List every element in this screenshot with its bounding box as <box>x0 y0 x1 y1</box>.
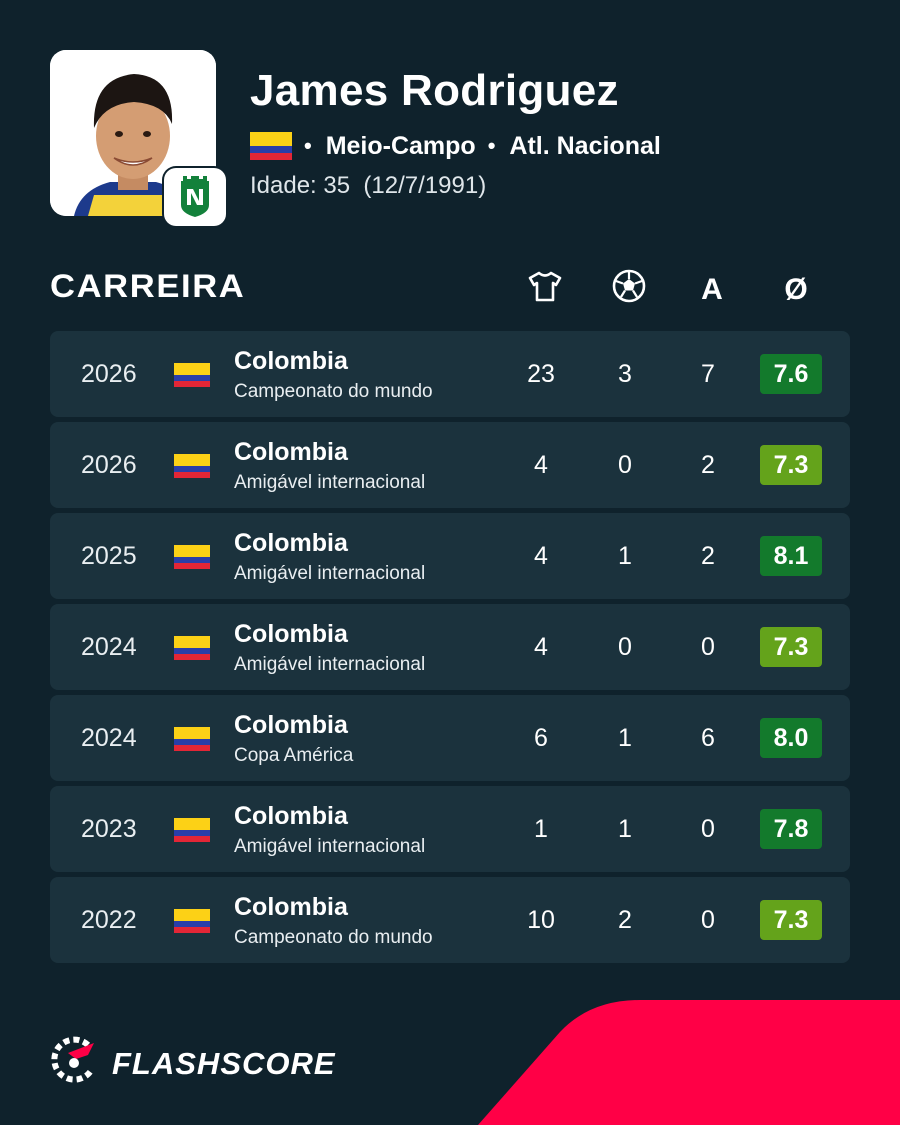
season-year: 2025 <box>81 542 137 570</box>
assists-value: 2 <box>701 451 715 479</box>
colombia-flag-icon <box>174 363 210 387</box>
goals-value: 0 <box>618 633 632 661</box>
rating-badge: 7.3 <box>760 900 822 940</box>
competition-name: Copa América <box>234 745 354 766</box>
appearances-value: 6 <box>534 724 548 752</box>
career-row: 2024 Colombia Amigável internacional 4 0 0 7.3 <box>50 604 850 690</box>
rating-badge: 7.3 <box>760 445 822 485</box>
colombia-flag-icon <box>250 132 292 160</box>
colombia-flag-icon <box>174 636 210 660</box>
player-position: Meio-Campo <box>325 131 476 160</box>
ball-icon <box>611 268 647 312</box>
competition-name: Amigável internacional <box>234 563 426 584</box>
career-row: 2025 Colombia Amigável internacional 4 1 2 8.1 <box>50 513 850 599</box>
career-row: 2022 Colombia Campeonato do mundo 10 2 0 7.3 <box>50 877 850 963</box>
appearances-column-header <box>520 270 570 310</box>
assists-column-header: A <box>701 273 723 306</box>
season-year: 2026 <box>81 360 137 388</box>
season-year: 2022 <box>81 906 137 934</box>
player-name: James Rodriguez <box>250 66 619 115</box>
rating-badge: 8.1 <box>760 536 822 576</box>
separator-dot: • <box>304 133 312 158</box>
rating-badge: 7.6 <box>760 354 822 394</box>
season-year: 2024 <box>81 724 137 752</box>
shirt-icon <box>527 270 563 310</box>
competition-name: Amigável internacional <box>234 654 426 675</box>
player-info-line: • Meio-Campo • Atl. Nacional <box>250 128 661 164</box>
rating-badge: 8.0 <box>760 718 822 758</box>
season-year: 2023 <box>81 815 137 843</box>
team-name: Colombia <box>234 529 348 557</box>
competition-name: Campeonato do mundo <box>234 381 433 402</box>
assists-value: 2 <box>701 542 715 570</box>
player-age: Idade: 35 (12/7/1991) <box>250 172 487 199</box>
colombia-flag-icon <box>174 454 210 478</box>
assists-value: 6 <box>701 724 715 752</box>
appearances-value: 23 <box>527 360 555 388</box>
flashscore-logo-icon <box>48 1035 100 1092</box>
rating-badge: 7.3 <box>760 627 822 667</box>
goals-value: 2 <box>618 906 632 934</box>
appearances-value: 4 <box>534 633 548 661</box>
season-year: 2026 <box>81 451 137 479</box>
colombia-flag-icon <box>174 909 210 933</box>
competition-name: Amigável internacional <box>234 472 426 493</box>
season-year: 2024 <box>81 633 137 661</box>
competition-name: Amigável internacional <box>234 836 426 857</box>
competition-name: Campeonato do mundo <box>234 927 433 948</box>
flashscore-wordmark: FLASHSCORE <box>112 1045 336 1081</box>
colombia-flag-icon <box>174 545 210 569</box>
goals-column-header <box>604 268 654 312</box>
assists-value: 0 <box>701 815 715 843</box>
team-name: Colombia <box>234 711 348 739</box>
atletico-nacional-crest-icon <box>164 168 226 226</box>
colombia-flag-icon <box>174 818 210 842</box>
appearances-value: 1 <box>534 815 548 843</box>
career-row: 2026 Colombia Amigável internacional 4 0 2 7.3 <box>50 422 850 508</box>
assists-value: 0 <box>701 633 715 661</box>
appearances-value: 4 <box>534 451 548 479</box>
career-row: 2026 Colombia Campeonato do mundo 23 3 7 7.6 <box>50 331 850 417</box>
rating-badge: 7.8 <box>760 809 822 849</box>
appearances-value: 4 <box>534 542 548 570</box>
team-name: Colombia <box>234 347 348 375</box>
player-club: Atl. Nacional <box>509 131 661 160</box>
goals-value: 0 <box>618 451 632 479</box>
goals-value: 1 <box>618 815 632 843</box>
team-name: Colombia <box>234 620 348 648</box>
flashscore-brand: FLASHSCORE <box>48 1035 336 1092</box>
team-name: Colombia <box>234 893 348 921</box>
assists-value: 0 <box>701 906 715 934</box>
assists-value: 7 <box>701 360 715 388</box>
career-row: 2023 Colombia Amigável internacional 1 1 0 7.8 <box>50 786 850 872</box>
separator-dot: • <box>487 133 496 158</box>
career-section-title: CARREIRA <box>50 268 246 304</box>
appearances-value: 10 <box>527 906 555 934</box>
career-row: 2024 Colombia Copa América 6 1 6 8.0 <box>50 695 850 781</box>
goals-value: 1 <box>618 724 632 752</box>
average-rating-column-header: Ø <box>784 273 808 306</box>
team-name: Colombia <box>234 438 348 466</box>
goals-value: 3 <box>618 360 632 388</box>
team-name: Colombia <box>234 802 348 830</box>
colombia-flag-icon <box>174 727 210 751</box>
goals-value: 1 <box>618 542 632 570</box>
